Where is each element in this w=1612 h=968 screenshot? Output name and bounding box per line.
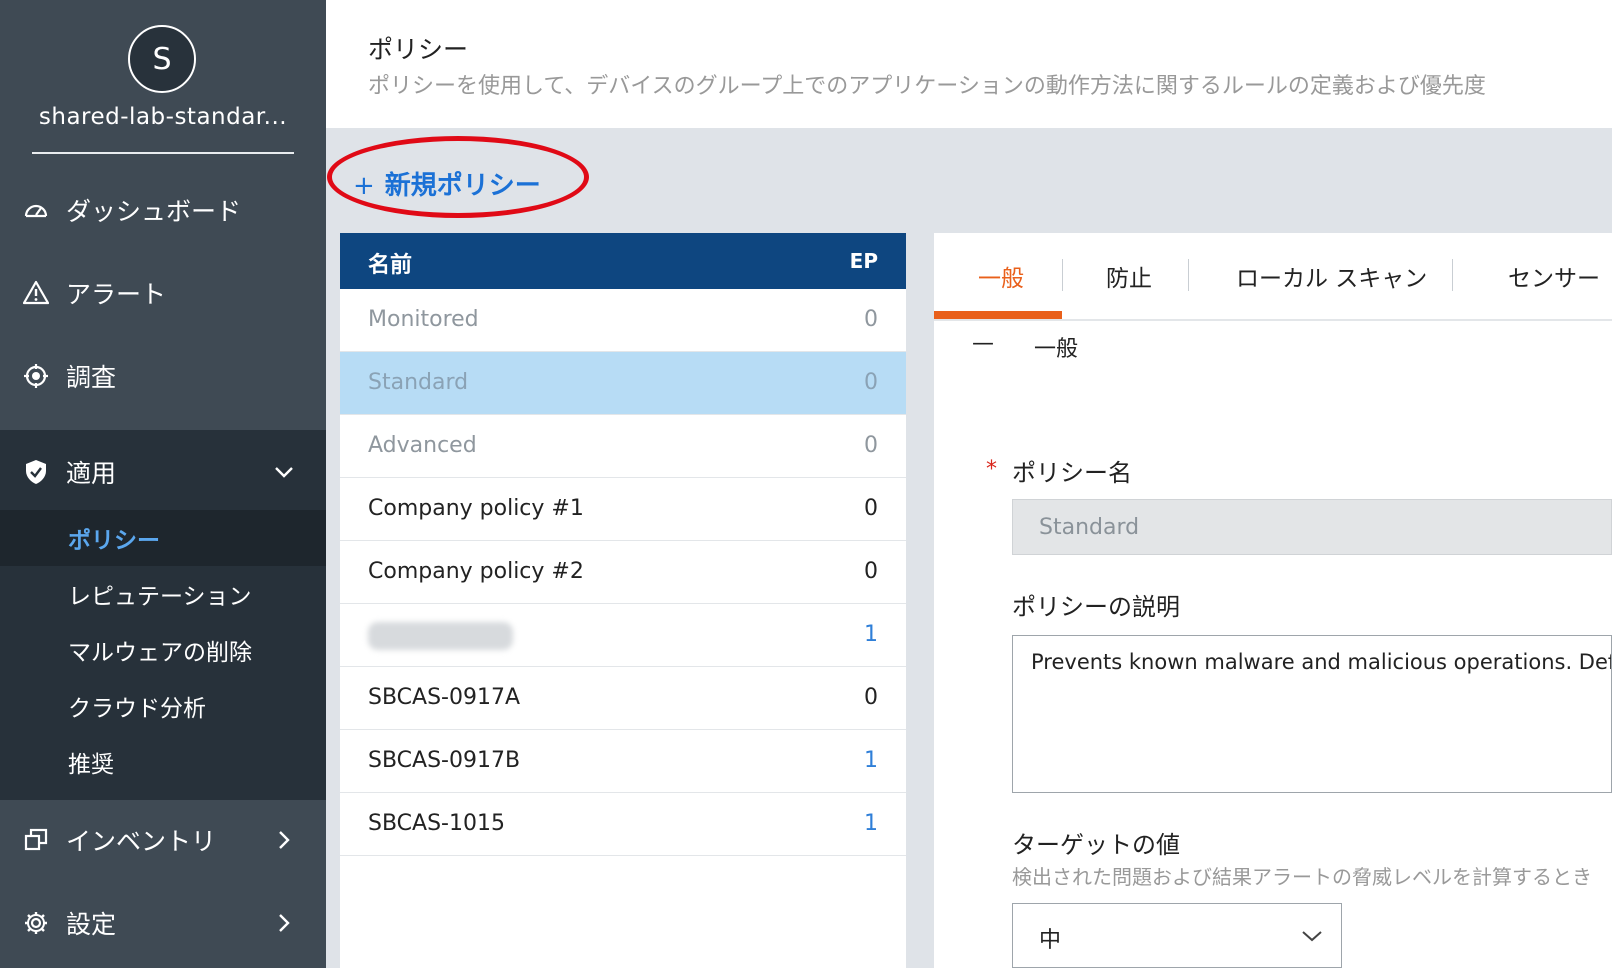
section-title: 一般: [1034, 337, 1079, 362]
policy-row-sbcas-0917b[interactable]: SBCAS-0917B 1: [340, 730, 906, 793]
policy-ep-count[interactable]: 1: [864, 622, 878, 647]
inventory-icon: [22, 826, 50, 854]
page-description: ポリシーを使用して、デバイスのグループ上でのアプリケーションの動作方法に関するル…: [368, 74, 1486, 99]
policy-name: Company policy #2: [368, 559, 584, 584]
chevron-right-icon[interactable]: [270, 909, 298, 937]
tab-divider: [1062, 259, 1063, 291]
sidebar: S shared-lab-standar... ダッシュボード アラート 調査 …: [0, 0, 326, 968]
subnav-policy[interactable]: ポリシー: [0, 510, 326, 566]
policy-name: Standard: [368, 370, 469, 395]
policy-ep-count[interactable]: 1: [864, 748, 878, 773]
policy-ep-count[interactable]: 1: [864, 811, 878, 836]
policy-list: 名前 EP Monitored 0 Standard 0 Advanced 0 …: [340, 233, 906, 968]
tab-divider: [1452, 259, 1453, 291]
tab-local-scan[interactable]: ローカル スキャン: [1236, 259, 1427, 293]
nav-alerts-label: アラート: [66, 280, 167, 309]
policy-row-sbcas-1015[interactable]: SBCAS-1015 1: [340, 793, 906, 856]
policy-name-label: ポリシー名: [1012, 459, 1132, 487]
policy-ep-count: 0: [864, 496, 878, 521]
policy-name: SBCAS-0917B: [368, 748, 521, 773]
subnav-recommendations[interactable]: 推奨: [0, 734, 326, 790]
policy-name: Company policy #1: [368, 496, 584, 521]
nav-inventory-label: インベントリ: [66, 827, 217, 856]
tab-divider: [1188, 259, 1189, 291]
policy-ep-count: 0: [864, 559, 878, 584]
policy-row-company-2[interactable]: Company policy #2 0: [340, 541, 906, 604]
policy-name: Monitored: [368, 307, 479, 332]
policy-row-advanced[interactable]: Advanced 0: [340, 415, 906, 478]
redacted-policy-name: [368, 622, 513, 656]
collapse-section-icon[interactable]: —: [972, 331, 994, 356]
target-value-select[interactable]: 中: [1012, 903, 1342, 968]
nav-apply-label: 適用: [66, 459, 117, 488]
policy-name: SBCAS-0917A: [368, 685, 521, 710]
chevron-down-icon: [1301, 924, 1323, 949]
policy-name: SBCAS-1015: [368, 811, 505, 836]
policy-tabs: 一般 防止 ローカル スキャン センサー: [934, 233, 1612, 321]
policy-row-redacted[interactable]: 1: [340, 604, 906, 667]
policy-ep-count: 0: [864, 307, 878, 332]
nav-settings[interactable]: 設定: [0, 895, 326, 951]
nav-investigate[interactable]: 調査: [0, 348, 326, 404]
new-policy-button[interactable]: + 新規ポリシー: [353, 165, 541, 202]
subnav-reputation[interactable]: レピュテーション: [0, 566, 326, 622]
gear-icon: [22, 909, 50, 937]
required-marker: *: [986, 457, 997, 482]
active-tab-indicator: [934, 311, 1062, 319]
policy-list-header: 名前 EP: [340, 233, 906, 289]
tab-general[interactable]: 一般: [978, 259, 1024, 293]
policy-detail-panel: 一般 防止 ローカル スキャン センサー — 一般 * ポリシー名 ポリシーの説…: [934, 233, 1612, 968]
new-policy-label: 新規ポリシー: [384, 171, 541, 201]
policy-row-monitored[interactable]: Monitored 0: [340, 289, 906, 352]
gauge-icon: [22, 196, 50, 224]
warning-triangle-icon: [22, 279, 50, 307]
crosshair-icon: [22, 362, 50, 390]
avatar[interactable]: S: [128, 25, 196, 93]
column-header-ep[interactable]: EP: [850, 249, 878, 273]
subnav-malware-removal[interactable]: マルウェアの削除: [0, 622, 326, 678]
policy-row-standard[interactable]: Standard 0: [340, 352, 906, 415]
nav-settings-label: 設定: [66, 910, 117, 939]
policy-ep-count: 0: [864, 370, 878, 395]
page-title: ポリシー: [368, 35, 469, 64]
tab-prevention[interactable]: 防止: [1106, 259, 1152, 293]
target-value-help: 検出された問題および結果アラートの脅威レベルを計算するとき: [1012, 865, 1592, 889]
tab-sensor[interactable]: センサー: [1508, 259, 1600, 293]
chevron-right-icon[interactable]: [270, 826, 298, 854]
nav-dashboard-label: ダッシュボード: [66, 197, 242, 226]
policy-row-company-1[interactable]: Company policy #1 0: [340, 478, 906, 541]
policy-description-field[interactable]: Prevents known malware and malicious ope…: [1012, 635, 1612, 793]
policy-row-sbcas-0917a[interactable]: SBCAS-0917A 0: [340, 667, 906, 730]
org-name[interactable]: shared-lab-standar...: [18, 104, 308, 130]
page-header: ポリシー ポリシーを使用して、デバイスのグループ上でのアプリケーションの動作方法…: [326, 0, 1612, 128]
subnav-cloud-analysis[interactable]: クラウド分析: [0, 678, 326, 734]
org-divider: [32, 152, 294, 154]
policy-ep-count: 0: [864, 433, 878, 458]
policy-ep-count: 0: [864, 685, 878, 710]
policy-name-field[interactable]: [1012, 499, 1612, 555]
policy-description-label: ポリシーの説明: [1012, 593, 1180, 621]
nav-alerts[interactable]: アラート: [0, 265, 326, 321]
nav-inventory[interactable]: インベントリ: [0, 812, 326, 868]
policy-name: Advanced: [368, 433, 477, 458]
nav-investigate-label: 調査: [66, 363, 117, 392]
chevron-down-icon[interactable]: [270, 458, 298, 486]
column-header-name[interactable]: 名前: [368, 247, 412, 279]
plus-icon: +: [353, 171, 375, 201]
target-value-label: ターゲットの値: [1012, 831, 1180, 859]
shield-check-icon: [22, 458, 50, 486]
nav-dashboard[interactable]: ダッシュボード: [0, 182, 326, 238]
target-value-selected: 中: [1039, 928, 1062, 953]
avatar-letter: S: [152, 41, 172, 77]
nav-apply[interactable]: 適用: [0, 444, 326, 500]
